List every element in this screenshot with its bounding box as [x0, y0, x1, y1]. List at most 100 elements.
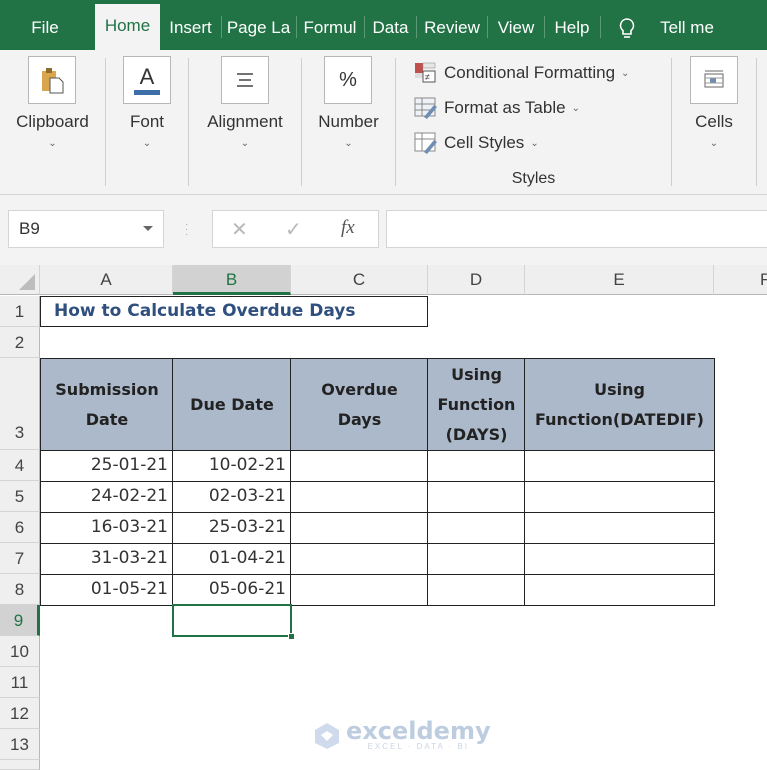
cell-overdue-days[interactable]: [290, 574, 429, 606]
cell-using-days[interactable]: [427, 481, 526, 513]
cell-overdue-days[interactable]: [290, 512, 429, 544]
cells-icon: [690, 56, 738, 104]
row-header-8[interactable]: 8: [0, 574, 40, 605]
cell-overdue-days[interactable]: [290, 543, 429, 575]
cell-due-date[interactable]: 02-03-21: [172, 481, 292, 513]
row-header-12[interactable]: 12: [0, 698, 40, 729]
column-header-a[interactable]: A: [40, 265, 173, 295]
formula-input[interactable]: [386, 210, 767, 248]
chevron-down-icon: ⌄: [709, 138, 719, 149]
cancel-icon[interactable]: ✕: [231, 217, 248, 242]
tab-file[interactable]: File: [20, 6, 70, 50]
column-header-b[interactable]: B: [173, 265, 291, 295]
cell-using-days[interactable]: [427, 543, 526, 575]
select-all-triangle-icon: [19, 274, 35, 290]
tab-separator: [221, 16, 222, 38]
row-header-6[interactable]: 6: [0, 512, 40, 543]
cell-overdue-days[interactable]: [290, 481, 429, 513]
column-header-e[interactable]: E: [525, 265, 714, 295]
clipboard-group[interactable]: Clipboard ⌄: [0, 50, 105, 190]
tab-page-layout[interactable]: Page La: [225, 6, 292, 50]
fill-handle[interactable]: [288, 633, 295, 640]
tab-view[interactable]: View: [491, 6, 541, 50]
watermark-tagline: EXCEL · DATA · BI: [367, 742, 470, 751]
cell-using-datedif[interactable]: [524, 543, 715, 575]
lightbulb-icon[interactable]: [612, 6, 642, 50]
insert-function-icon[interactable]: fx: [341, 217, 355, 239]
format-as-table-label: Format as Table: [444, 98, 566, 117]
cell-due-date[interactable]: 10-02-21: [172, 450, 292, 482]
font-color-bar: [134, 89, 160, 95]
cell-due-date[interactable]: 01-04-21: [172, 543, 292, 575]
row-header-3[interactable]: 3: [0, 358, 40, 450]
tab-insert[interactable]: Insert: [163, 6, 218, 50]
tab-data[interactable]: Data: [368, 6, 413, 50]
sheet-title[interactable]: How to Calculate Overdue Days: [40, 296, 428, 327]
cell-styles-label: Cell Styles: [444, 133, 525, 152]
name-box[interactable]: B9: [8, 210, 164, 248]
conditional-formatting-icon: ≠: [414, 62, 438, 84]
cell-using-days[interactable]: [427, 450, 526, 482]
cell-submission-date[interactable]: 25-01-21: [40, 450, 174, 482]
row-header-13[interactable]: 13: [0, 729, 40, 760]
cell-styles-button[interactable]: Cell Styles ⌄: [414, 130, 539, 156]
tab-home[interactable]: Home: [95, 4, 160, 50]
alignment-group[interactable]: Alignment ⌄: [189, 50, 301, 190]
conditional-formatting-label: Conditional Formatting: [444, 63, 616, 82]
number-label: Number: [318, 112, 379, 131]
header-submission-date[interactable]: Submission Date: [40, 358, 174, 451]
conditional-formatting-button[interactable]: ≠ Conditional Formatting ⌄: [414, 60, 629, 86]
row-header-10[interactable]: 10: [0, 636, 40, 667]
chevron-down-icon: ⌄: [621, 67, 630, 79]
header-overdue-days[interactable]: Overdue Days: [290, 358, 429, 451]
name-box-dropdown-icon[interactable]: [143, 226, 153, 231]
tab-help[interactable]: Help: [548, 6, 596, 50]
select-all-button[interactable]: [0, 265, 40, 295]
row-header-11[interactable]: 11: [0, 667, 40, 698]
cell-using-datedif[interactable]: [524, 574, 715, 606]
font-label: Font: [129, 112, 165, 131]
cells-group[interactable]: Cells ⌄: [672, 50, 756, 190]
column-header-f[interactable]: F: [714, 265, 767, 295]
row-header-7[interactable]: 7: [0, 543, 40, 574]
cell-submission-date[interactable]: 31-03-21: [40, 543, 174, 575]
cell-using-datedif[interactable]: [524, 512, 715, 544]
row-header-4[interactable]: 4: [0, 450, 40, 481]
column-header-d[interactable]: D: [428, 265, 525, 295]
cell-using-days[interactable]: [427, 574, 526, 606]
tab-review[interactable]: Review: [420, 6, 484, 50]
active-cell-selection[interactable]: [172, 604, 295, 640]
header-using-datedif[interactable]: Using Function(DATEDIF): [524, 358, 715, 451]
cell-due-date[interactable]: 25-03-21: [172, 512, 292, 544]
row-header-2[interactable]: 2: [0, 327, 40, 358]
cell-using-days[interactable]: [427, 512, 526, 544]
number-group[interactable]: % Number ⌄: [302, 50, 395, 190]
tab-separator: [600, 16, 601, 38]
watermark-text: exceldemy: [346, 717, 491, 745]
tab-formulas[interactable]: Formul: [299, 6, 361, 50]
cell-submission-date[interactable]: 01-05-21: [40, 574, 174, 606]
resize-handle[interactable]: · · ·: [185, 220, 188, 240]
cell-using-datedif[interactable]: [524, 481, 715, 513]
header-due-date[interactable]: Due Date: [172, 358, 292, 451]
font-group[interactable]: A Font ⌄: [106, 50, 188, 190]
cell-overdue-days[interactable]: [290, 450, 429, 482]
format-as-table-button[interactable]: Format as Table ⌄: [414, 95, 580, 121]
header-using-days[interactable]: Using Function (DAYS): [427, 358, 526, 451]
group-separator: [756, 58, 757, 186]
cell-due-date[interactable]: 05-06-21: [172, 574, 292, 606]
enter-icon[interactable]: ✓: [285, 217, 302, 242]
cell-submission-date[interactable]: 16-03-21: [40, 512, 174, 544]
row-header-5[interactable]: 5: [0, 481, 40, 512]
cell-using-datedif[interactable]: [524, 450, 715, 482]
exceldemy-watermark: exceldemy EXCEL · DATA · BI: [312, 717, 491, 751]
tell-me-search[interactable]: Tell me: [652, 6, 722, 50]
styles-group: ≠ Conditional Formatting ⌄ Format as Tabl…: [396, 50, 671, 190]
cell-submission-date[interactable]: 24-02-21: [40, 481, 174, 513]
row-header-1[interactable]: 1: [0, 296, 40, 327]
chevron-down-icon: ⌄: [571, 102, 580, 114]
chevron-down-icon: ⌄: [48, 138, 57, 149]
row-header-9[interactable]: 9: [0, 605, 40, 636]
column-header-c[interactable]: C: [291, 265, 428, 295]
ribbon-tab-bar: File Home Insert Page La Formul Data Rev…: [0, 0, 767, 50]
